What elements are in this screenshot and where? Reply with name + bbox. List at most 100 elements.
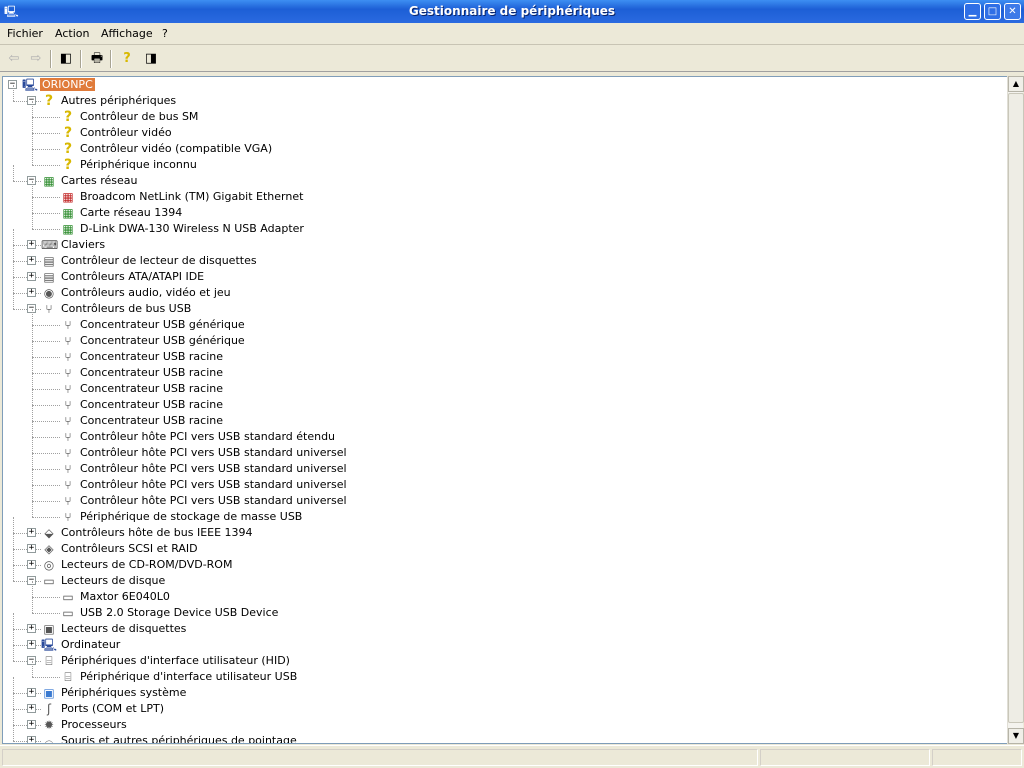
tree-item[interactable]: ▦ Carte réseau 1394 (3, 197, 1007, 221)
expand-button[interactable]: + (27, 272, 36, 281)
tree-item[interactable]: ⑂ Contrôleur hôte PCI vers USB standard u… (3, 485, 1007, 509)
toolbar-separator (80, 50, 82, 68)
title-bar: 🖳 Gestionnaire de périphériques ▁ □ ✕ (0, 0, 1024, 23)
expand-button[interactable]: + (27, 560, 36, 569)
tree-item[interactable]: ? Périphérique inconnu (3, 149, 1007, 173)
tree-connector (32, 341, 33, 357)
tree-item[interactable]: + ◉ Contrôleurs audio, vidéo et jeu (3, 277, 1007, 301)
tree-item-label: ORIONPC (40, 78, 95, 91)
tree-connector (32, 197, 60, 198)
expand-button[interactable]: + (27, 736, 36, 743)
forward-icon[interactable]: ⇨ (27, 50, 45, 68)
tree-item[interactable]: ⑂ Concentrateur USB générique (3, 325, 1007, 349)
tree-item[interactable]: ⑂ Concentrateur USB racine (3, 389, 1007, 413)
expand-button[interactable]: + (27, 640, 36, 649)
tree-item[interactable]: ⑂ Contrôleur hôte PCI vers USB standard u… (3, 469, 1007, 493)
tree-item-label: Concentrateur USB racine (80, 414, 223, 427)
show-hide-tree-icon[interactable]: ◧ (57, 50, 75, 68)
tree-connector (13, 293, 14, 309)
tree-item[interactable]: ⑂ Contrôleur hôte PCI vers USB standard u… (3, 453, 1007, 477)
tree-connector (32, 309, 33, 325)
tree-item[interactable]: ⑂ Concentrateur USB racine (3, 373, 1007, 397)
tree-item[interactable]: −? Autres périphériques (3, 85, 1007, 109)
tree-item[interactable]: ⑂ Concentrateur USB racine (3, 341, 1007, 365)
expand-button[interactable]: + (27, 624, 36, 633)
tree-item[interactable]: ⑂ Concentrateur USB racine (3, 405, 1007, 429)
maximize-button[interactable]: □ (984, 3, 1001, 20)
menu-help[interactable]: ? (162, 27, 168, 40)
menu-action[interactable]: Action (55, 27, 89, 40)
scroll-thumb[interactable] (1008, 93, 1024, 723)
scroll-down-button[interactable]: ▼ (1008, 728, 1024, 744)
tree-connector (32, 133, 60, 134)
tree-item-label: Concentrateur USB racine (80, 398, 223, 411)
expand-button[interactable]: + (27, 688, 36, 697)
tree-item[interactable]: + ⌓ Souris et autres périphériques de poin… (3, 725, 1007, 744)
tree-item[interactable]: ? Contrôleur vidéo (compatible VGA) (3, 133, 1007, 157)
tree-item[interactable]: + ʃ Ports (COM et LPT) (3, 693, 1007, 717)
vertical-scrollbar[interactable]: ▲ ▼ (1007, 76, 1024, 744)
hid-icon: ⌸ (64, 670, 72, 684)
tree-item[interactable]: − ▦ Cartes réseau (3, 165, 1007, 189)
tree-item[interactable]: − 🖳 ORIONPC (3, 77, 1007, 93)
print-icon[interactable]: 🖶 (88, 50, 106, 68)
tree-item[interactable]: ⌸ Périphérique d'interface utilisateur US… (3, 661, 1007, 685)
mouse-icon: ⌓ (44, 734, 54, 744)
tree-item[interactable]: + ✹ Processeurs (3, 709, 1007, 733)
tree-item[interactable]: + ▣ Lecteurs de disquettes (3, 613, 1007, 637)
toolbar: ⇦ ⇨ ◧ 🖶? ◨ (0, 46, 1024, 72)
menu-affichage[interactable]: Affichage (101, 27, 153, 40)
tree-connector (13, 677, 14, 693)
tree-item-label: Périphériques système (61, 686, 187, 699)
tree-item[interactable]: ⑂ Contrôleur hôte PCI vers USB standard u… (3, 437, 1007, 461)
tree-item-label: Contrôleur hôte PCI vers USB standard un… (80, 478, 347, 491)
tree-item[interactable]: + ⌨ Claviers (3, 229, 1007, 253)
tree-item[interactable]: − ⌸ Périphériques d'interface utilisateur … (3, 645, 1007, 669)
tree-item[interactable]: ? Contrôleur de bus SM (3, 101, 1007, 125)
tree-connector (32, 613, 60, 614)
tree-item[interactable]: ⑂ Concentrateur USB racine (3, 357, 1007, 381)
audio-icon: ◉ (43, 286, 55, 300)
tree-connector (32, 229, 60, 230)
device-tree[interactable]: − 🖳 ORIONPC −? Autres périphériques? Contrôle… (2, 76, 1007, 744)
tree-connector (32, 117, 60, 118)
show-hide-action-pane-icon[interactable]: ◨ (142, 50, 160, 68)
tree-connector (32, 469, 33, 485)
tree-item[interactable]: ⑂ Contrôleur hôte PCI vers USB standard é… (3, 421, 1007, 445)
tree-item[interactable]: − ▭ Lecteurs de disque (3, 565, 1007, 589)
tree-item[interactable]: + ▣ Périphériques système (3, 677, 1007, 701)
tree-item[interactable]: + ◎ Lecteurs de CD-ROM/DVD-ROM (3, 549, 1007, 573)
scroll-up-button[interactable]: ▲ (1008, 76, 1024, 92)
back-icon[interactable]: ⇦ (5, 50, 23, 68)
expand-button[interactable]: + (27, 288, 36, 297)
usb-icon: ⑂ (64, 334, 72, 348)
tree-item[interactable]: ▭ Maxtor 6E040L0 (3, 581, 1007, 605)
tree-item[interactable]: ▦ Broadcom NetLink (TM) Gigabit Ethernet (3, 181, 1007, 205)
expand-button[interactable]: + (27, 528, 36, 537)
tree-item[interactable]: + ▤ Contrôleur de lecteur de disquettes (3, 245, 1007, 269)
tree-item[interactable]: + 🖳 Ordinateur (3, 629, 1007, 653)
tree-item[interactable]: ▭ USB 2.0 Storage Device USB Device (3, 597, 1007, 621)
tree-item[interactable]: ⑂ Concentrateur USB générique (3, 309, 1007, 333)
tree-item[interactable]: + ⬙ Contrôleurs hôte de bus IEEE 1394 (3, 517, 1007, 541)
tree-item[interactable]: ▦ D-Link DWA-130 Wireless N USB Adapter (3, 213, 1007, 237)
tree-item[interactable]: ? Contrôleur vidéo (3, 117, 1007, 141)
close-button[interactable]: ✕ (1004, 3, 1021, 20)
menu-fichier[interactable]: Fichier (7, 27, 43, 40)
tree-item[interactable]: ⑂ Périphérique de stockage de masse USB (3, 501, 1007, 525)
expand-button[interactable]: + (27, 720, 36, 729)
tree-item[interactable]: − ⑂ Contrôleurs de bus USB (3, 293, 1007, 317)
tree-item[interactable]: + ◈ Contrôleurs SCSI et RAID (3, 533, 1007, 557)
tree-connector (13, 533, 14, 549)
expand-button[interactable]: + (27, 704, 36, 713)
disk-drive-icon: ▭ (62, 590, 74, 604)
expand-button[interactable]: + (27, 544, 36, 553)
expand-button[interactable]: + (27, 256, 36, 265)
expand-button[interactable]: + (27, 240, 36, 249)
help-icon[interactable]: ? (118, 50, 136, 68)
tree-item-label: Lecteurs de disquettes (61, 622, 187, 635)
hid-icon: ⌸ (45, 654, 53, 668)
tree-item[interactable]: + ▤ Contrôleurs ATA/ATAPI IDE (3, 261, 1007, 285)
tree-connector (32, 421, 33, 437)
minimize-button[interactable]: ▁ (964, 3, 981, 20)
